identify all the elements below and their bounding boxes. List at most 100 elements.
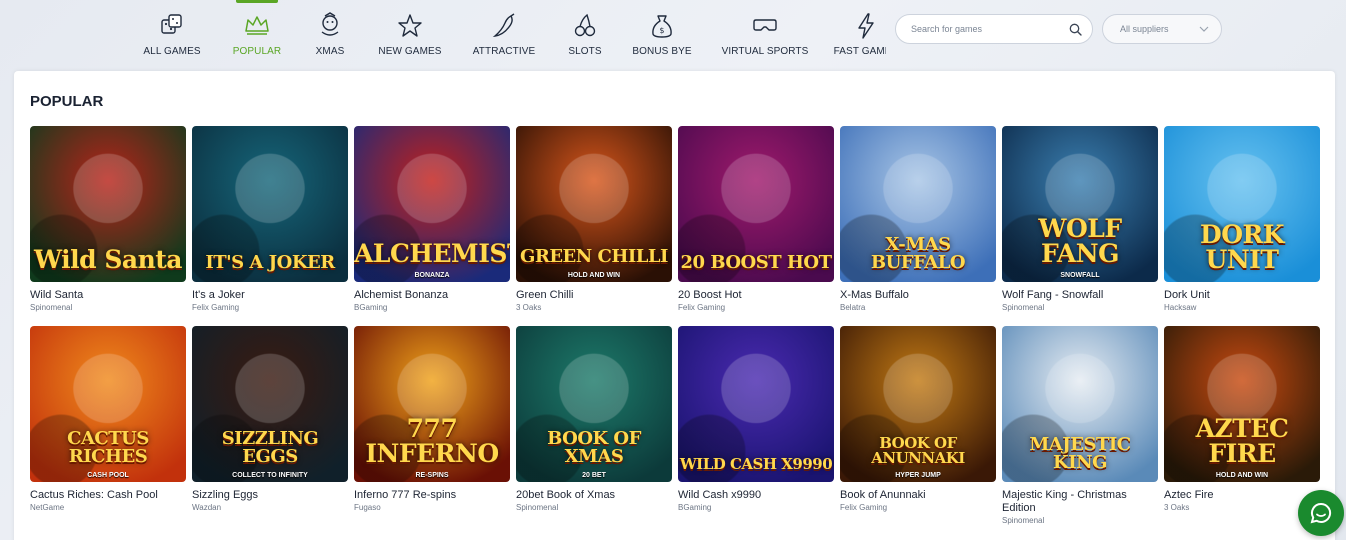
game-thumbnail[interactable]: MAJESTIC KING bbox=[1002, 326, 1158, 482]
game-name[interactable]: Wolf Fang - Snowfall bbox=[1002, 289, 1158, 302]
game-provider: 3 Oaks bbox=[1164, 503, 1190, 512]
game-logo-subtitle: HOLD AND WIN bbox=[1215, 472, 1269, 479]
game-card[interactable]: BOOK OF XMAS 20 BET 20bet Book of Xmas Spin… bbox=[516, 326, 672, 513]
game-provider: 3 Oaks bbox=[516, 303, 542, 312]
game-provider: Wazdan bbox=[192, 503, 222, 512]
game-provider: Fugaso bbox=[354, 503, 381, 512]
game-card[interactable]: WILD CASH X9990 Wild Cash x9990 BGaming bbox=[678, 326, 834, 513]
game-card[interactable]: 777 INFERNO RE-SPINS Inferno 777 Re-spins F… bbox=[354, 326, 510, 513]
search-box[interactable] bbox=[895, 14, 1093, 44]
game-logo-subtitle: BONANZA bbox=[414, 272, 450, 279]
chat-icon bbox=[1310, 502, 1332, 524]
game-logo-text: WILD CASH X9990 bbox=[679, 455, 833, 473]
game-provider: Felix Gaming bbox=[840, 503, 888, 512]
game-logo-text: BOOK OF XMAS bbox=[547, 428, 641, 467]
game-logo-text: MAJESTIC KING bbox=[1029, 434, 1131, 473]
game-card[interactable]: IT'S A JOKER It's a Joker Felix Gaming bbox=[192, 126, 348, 313]
supplier-dropdown-value: All suppliers bbox=[1120, 24, 1169, 34]
game-card[interactable]: 20 BOOST HOT 20 Boost Hot Felix Gaming bbox=[678, 126, 834, 313]
search-input[interactable] bbox=[911, 24, 1069, 34]
game-provider: BGaming bbox=[354, 303, 388, 312]
game-provider: Spinomenal bbox=[516, 503, 559, 512]
game-name[interactable]: Sizzling Eggs bbox=[192, 489, 348, 502]
tab-label: FAST GAMES bbox=[833, 46, 886, 57]
game-name[interactable]: It's a Joker bbox=[192, 289, 348, 302]
svg-text:$: $ bbox=[659, 26, 664, 35]
tab-label: SLOTS bbox=[568, 46, 602, 57]
game-card[interactable]: Wild Santa Wild Santa Spinomenal bbox=[30, 126, 186, 313]
game-logo-text: ALCHEMIST bbox=[354, 239, 510, 268]
game-name[interactable]: Dork Unit bbox=[1164, 289, 1320, 302]
game-card[interactable]: CACTUS RICHES CASH POOL Cactus Riches: Cas… bbox=[30, 326, 186, 513]
game-provider: Felix Gaming bbox=[678, 303, 726, 312]
game-logo-text: CACTUS RICHES bbox=[67, 428, 149, 467]
game-provider: Spinomenal bbox=[1002, 516, 1045, 525]
game-logo-text: 20 BOOST HOT bbox=[680, 252, 832, 273]
game-logo-text: IT'S A JOKER bbox=[205, 252, 335, 273]
game-thumbnail[interactable]: ALCHEMIST BONANZA bbox=[354, 126, 510, 282]
game-thumbnail[interactable]: X-MAS BUFFALO bbox=[840, 126, 996, 282]
supplier-dropdown[interactable]: All suppliers bbox=[1102, 14, 1222, 44]
game-card[interactable]: WOLF FANG SNOWFALL Wolf Fang - Snowfall Spi… bbox=[1002, 126, 1158, 313]
game-logo-text: SIZZLING EGGS bbox=[221, 428, 319, 467]
game-thumbnail[interactable]: IT'S A JOKER bbox=[192, 126, 348, 282]
tab-fast-games[interactable]: FAST GAMES bbox=[806, 6, 886, 66]
game-name[interactable]: Green Chilli bbox=[516, 289, 672, 302]
game-name[interactable]: Book of Anunnaki bbox=[840, 489, 996, 502]
game-name[interactable]: Wild Santa bbox=[30, 289, 186, 302]
game-thumbnail[interactable]: WOLF FANG SNOWFALL bbox=[1002, 126, 1158, 282]
game-thumbnail[interactable]: 20 BOOST HOT bbox=[678, 126, 834, 282]
game-name[interactable]: Majestic King - Christmas Edition bbox=[1002, 489, 1158, 515]
game-thumbnail[interactable]: BOOK OF XMAS 20 BET bbox=[516, 326, 672, 482]
game-name[interactable]: Cactus Riches: Cash Pool bbox=[30, 489, 186, 502]
game-name[interactable]: Aztec Fire bbox=[1164, 489, 1320, 502]
game-logo-text: 777 INFERNO bbox=[365, 414, 499, 468]
game-thumbnail[interactable]: CACTUS RICHES CASH POOL bbox=[30, 326, 186, 482]
game-name[interactable]: X-Mas Buffalo bbox=[840, 289, 996, 302]
game-card[interactable]: SIZZLING EGGS COLLECT TO INFINITY Sizzling… bbox=[192, 326, 348, 513]
game-card[interactable]: DORK UNIT Dork Unit Hacksaw bbox=[1164, 126, 1320, 313]
game-thumbnail[interactable]: 777 INFERNO RE-SPINS bbox=[354, 326, 510, 482]
game-logo-text: GREEN CHILLI bbox=[520, 246, 668, 267]
dice-icon bbox=[158, 12, 186, 40]
tab-label: XMAS bbox=[315, 46, 345, 57]
game-logo-text: AZTEC FIRE bbox=[1195, 414, 1289, 468]
game-card[interactable]: X-MAS BUFFALO X-Mas Buffalo Belatra bbox=[840, 126, 996, 313]
cherries-icon bbox=[571, 12, 599, 40]
game-thumbnail[interactable]: GREEN CHILLI HOLD AND WIN bbox=[516, 126, 672, 282]
game-name[interactable]: Wild Cash x9990 bbox=[678, 489, 834, 502]
game-logo-subtitle: RE-SPINS bbox=[415, 472, 449, 479]
game-logo-subtitle: COLLECT TO INFINITY bbox=[232, 472, 308, 479]
game-name[interactable]: Alchemist Bonanza bbox=[354, 289, 510, 302]
game-thumbnail[interactable]: DORK UNIT bbox=[1164, 126, 1320, 282]
game-card[interactable]: BOOK OF ANUNNAKI HYPER JUMP Book of Anunna… bbox=[840, 326, 996, 513]
category-tabs: ALL GAMES POPULAR XMAS NEW GAMES ATTRACTIVE S… bbox=[0, 0, 886, 70]
chevron-down-icon bbox=[1199, 26, 1209, 32]
tab-label: VIRTUAL SPORTS bbox=[721, 46, 809, 57]
game-thumbnail[interactable]: AZTEC FIRE HOLD AND WIN bbox=[1164, 326, 1320, 482]
game-card[interactable]: ALCHEMIST BONANZA Alchemist Bonanza BGaming bbox=[354, 126, 510, 313]
game-name[interactable]: 20 Boost Hot bbox=[678, 289, 834, 302]
game-thumbnail[interactable]: Wild Santa bbox=[30, 126, 186, 282]
top-navigation: ALL GAMES POPULAR XMAS NEW GAMES ATTRACTIVE S… bbox=[0, 0, 1346, 70]
game-card[interactable]: MAJESTIC KING Majestic King - Christmas E… bbox=[1002, 326, 1158, 526]
game-thumbnail[interactable]: SIZZLING EGGS COLLECT TO INFINITY bbox=[192, 326, 348, 482]
game-thumbnail[interactable]: BOOK OF ANUNNAKI HYPER JUMP bbox=[840, 326, 996, 482]
game-name[interactable]: Inferno 777 Re-spins bbox=[354, 489, 510, 502]
game-name[interactable]: 20bet Book of Xmas bbox=[516, 489, 672, 502]
game-provider: NetGame bbox=[30, 503, 65, 512]
game-provider: Belatra bbox=[840, 303, 866, 312]
game-logo-text: X-MAS BUFFALO bbox=[870, 234, 966, 273]
game-logo-text: BOOK OF ANUNNAKI bbox=[871, 434, 965, 467]
game-provider: Spinomenal bbox=[1002, 303, 1045, 312]
snowman-icon bbox=[316, 12, 344, 40]
game-card[interactable]: AZTEC FIRE HOLD AND WIN Aztec Fire 3 Oaks bbox=[1164, 326, 1320, 513]
live-chat-button[interactable] bbox=[1298, 490, 1344, 536]
game-thumbnail[interactable]: WILD CASH X9990 bbox=[678, 326, 834, 482]
game-card[interactable]: GREEN CHILLI HOLD AND WIN Green Chilli 3 Oa… bbox=[516, 126, 672, 313]
section-title: POPULAR bbox=[30, 93, 104, 110]
search-icon[interactable] bbox=[1069, 23, 1082, 36]
tab-bonus-bye[interactable]: $ BONUS BYE bbox=[602, 6, 722, 66]
game-logo-subtitle: HOLD AND WIN bbox=[567, 272, 621, 279]
game-logo-subtitle: SNOWFALL bbox=[1060, 272, 1100, 279]
